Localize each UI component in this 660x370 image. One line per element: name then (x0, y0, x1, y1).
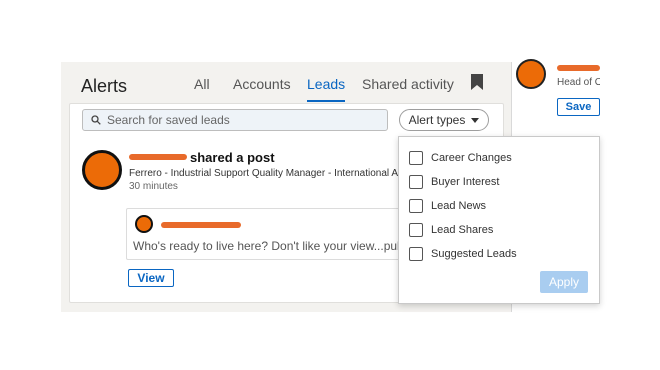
checkbox[interactable] (409, 247, 423, 261)
shared-post-text: Who's ready to live here? Don't like you… (133, 239, 436, 253)
tab-accounts[interactable]: Accounts (233, 76, 291, 100)
page-title: Alerts (81, 76, 128, 96)
redacted-name (129, 154, 187, 160)
view-button[interactable]: View (128, 269, 174, 287)
option-label: Lead News (431, 200, 487, 212)
shared-avatar[interactable] (135, 215, 153, 233)
checkbox[interactable] (409, 223, 423, 237)
post-subtitle: Ferrero - Industrial Support Quality Man… (129, 168, 413, 179)
tab-leads[interactable]: Leads (307, 76, 346, 102)
option-lead-news[interactable]: Lead News (409, 199, 486, 213)
checkbox[interactable] (409, 151, 423, 165)
redacted-shared-name (161, 222, 241, 228)
option-label: Career Changes (431, 152, 512, 164)
apply-button[interactable]: Apply (540, 271, 588, 293)
search-input[interactable]: Search for saved leads (82, 109, 388, 131)
checkbox[interactable] (409, 199, 423, 213)
search-placeholder: Search for saved leads (107, 113, 230, 127)
search-icon (91, 115, 101, 125)
checkbox[interactable] (409, 175, 423, 189)
option-label: Buyer Interest (431, 176, 500, 188)
avatar[interactable] (82, 150, 122, 190)
caret-down-icon (471, 117, 480, 123)
post-action-text: shared a post (190, 150, 275, 165)
option-label: Suggested Leads (431, 248, 517, 260)
right-avatar[interactable] (516, 59, 546, 89)
bookmark-icon[interactable] (471, 74, 483, 90)
alert-types-button[interactable]: Alert types (399, 109, 489, 131)
tab-all[interactable]: All (194, 76, 210, 100)
option-suggested-leads[interactable]: Suggested Leads (409, 247, 517, 261)
alert-types-dropdown: Career Changes Buyer Interest Lead News … (398, 136, 600, 304)
option-label: Lead Shares (431, 224, 494, 236)
option-career-changes[interactable]: Career Changes (409, 151, 512, 165)
post-time: 30 minutes (129, 181, 178, 192)
right-headline: Head of Or (557, 77, 600, 88)
right-redacted-name (557, 65, 600, 71)
alert-types-label: Alert types (408, 113, 466, 127)
option-buyer-interest[interactable]: Buyer Interest (409, 175, 499, 189)
option-lead-shares[interactable]: Lead Shares (409, 223, 493, 237)
tab-shared-activity[interactable]: Shared activity (362, 76, 454, 100)
save-button[interactable]: Save (557, 98, 600, 116)
